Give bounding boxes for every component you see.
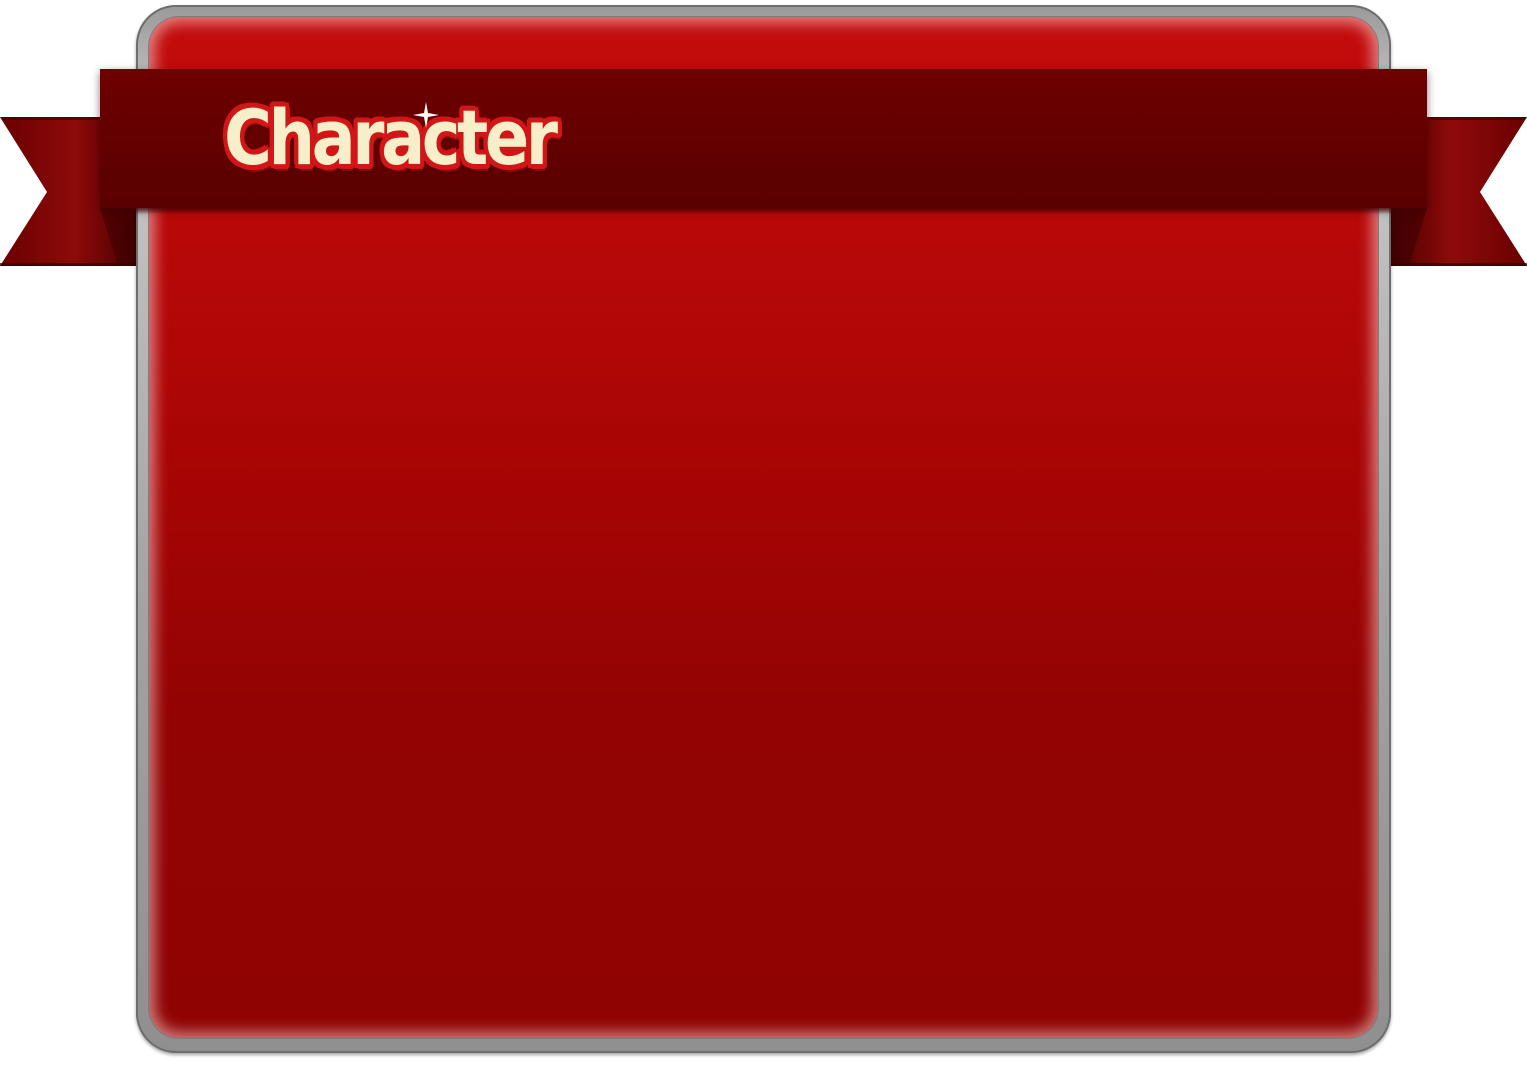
character-window: Character <box>0 0 1527 1066</box>
window-title: Character <box>224 93 558 182</box>
sparkle-icon <box>413 102 439 128</box>
